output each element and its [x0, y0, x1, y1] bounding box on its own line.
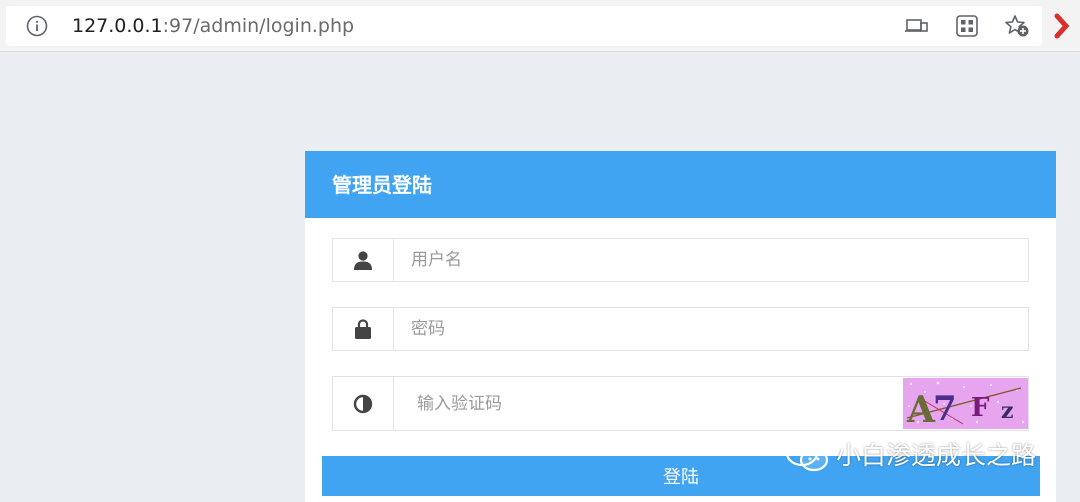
captcha-image[interactable]: A 7 F z: [903, 378, 1028, 429]
url-host: 127.0.0.1: [72, 15, 163, 37]
captcha-field: A 7 F z: [332, 376, 1029, 431]
contrast-icon: [353, 394, 373, 413]
svg-text:A: A: [906, 389, 936, 429]
svg-text:7: 7: [933, 389, 957, 429]
password-addon: [333, 308, 394, 350]
watermark-text: 小白渗透成长之路: [836, 441, 1037, 470]
url-text[interactable]: 127.0.0.1:97/admin/login.php: [72, 15, 354, 37]
svg-text:F: F: [971, 393, 990, 423]
extension-icon[interactable]: [1054, 12, 1080, 40]
star-add-icon[interactable]: [1004, 14, 1030, 38]
username-field: [332, 238, 1029, 282]
apps-icon[interactable]: [954, 14, 980, 38]
svg-text:z: z: [1001, 398, 1014, 424]
url-path: :97/admin/login.php: [162, 15, 355, 37]
password-input[interactable]: [395, 308, 1028, 350]
username-input[interactable]: [395, 239, 1028, 281]
captcha-graphic: A 7 F z: [903, 378, 1028, 429]
wechat-icon: [785, 439, 829, 472]
password-field: [332, 307, 1029, 351]
browser-toolbar: 127.0.0.1:97/admin/login.php: [0, 0, 1080, 52]
username-addon: [333, 239, 394, 281]
address-bar[interactable]: 127.0.0.1:97/admin/login.php: [6, 6, 1042, 46]
cast-icon[interactable]: [904, 14, 930, 38]
lock-icon: [355, 319, 371, 339]
login-header: 管理员登陆: [305, 151, 1056, 218]
user-icon: [354, 251, 372, 270]
captcha-input[interactable]: [395, 377, 900, 430]
captcha-addon: [333, 377, 394, 430]
info-icon[interactable]: [26, 15, 48, 37]
login-title: 管理员登陆: [332, 173, 432, 197]
